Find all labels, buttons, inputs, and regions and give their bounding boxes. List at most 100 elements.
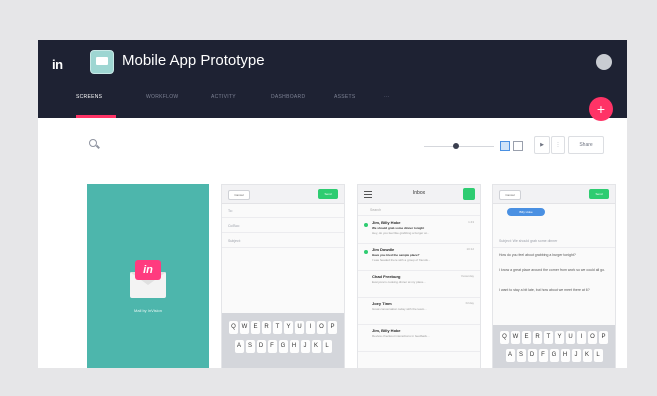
- key: O: [317, 321, 326, 334]
- tab-activity[interactable]: ACTIVITY: [211, 94, 236, 100]
- nav-bar: Inbox: [358, 185, 480, 204]
- mail-sender: Joey Tinm: [372, 301, 392, 306]
- cancel-button: Cancel: [499, 190, 521, 200]
- compose-icon: [463, 188, 475, 200]
- keyboard-row: Q W E R T Y U I O P: [496, 331, 612, 344]
- key: K: [582, 349, 592, 362]
- project-title[interactable]: Mobile App Prototype: [122, 52, 265, 69]
- nav-bar: Cancel Send: [493, 185, 615, 204]
- key: O: [588, 331, 597, 344]
- key: L: [593, 349, 603, 362]
- key: D: [527, 349, 537, 362]
- key: Q: [229, 321, 238, 334]
- cc-field: Cc/Bcc:: [222, 219, 344, 233]
- keyboard: Q W E R T Y U I O P A S D F G H J K L: [493, 325, 615, 368]
- invision-logo[interactable]: in: [52, 57, 63, 72]
- zoom-slider[interactable]: [424, 146, 494, 147]
- mail-time: Yesterday: [460, 274, 474, 278]
- key: K: [311, 340, 321, 353]
- key: F: [538, 349, 548, 362]
- keyboard: Q W E R T Y U I O P A S D F G H J K L: [222, 313, 344, 368]
- key: S: [516, 349, 526, 362]
- list-item: Joey Tinm Friday Great conversation toda…: [358, 298, 480, 325]
- mail-sender: Jim, Billy Hoke: [372, 328, 401, 333]
- tab-dashboard[interactable]: DASHBOARD: [271, 94, 305, 100]
- plus-icon: +: [596, 101, 606, 117]
- keyboard-row: A S D F G H J K L: [496, 349, 612, 362]
- invision-badge-icon: in: [135, 260, 161, 280]
- options-button[interactable]: ⋮: [551, 136, 565, 154]
- nav-bar: Cancel Send: [222, 185, 344, 204]
- mail-sender: Jim Dowdle: [372, 247, 395, 252]
- key: U: [295, 321, 304, 334]
- list-item: Jim, Billy Hoke 1:43 We should grab some…: [358, 217, 480, 244]
- mail-preview: Review checkout interactions in feedback…: [372, 334, 430, 338]
- key: F: [267, 340, 277, 353]
- share-label: Share: [579, 142, 593, 148]
- cancel-button: Cancel: [228, 190, 250, 200]
- key: G: [278, 340, 288, 353]
- key: W: [240, 321, 249, 334]
- mail-preview: I was headed there with a group of frien…: [372, 258, 431, 262]
- unread-dot-icon: [364, 250, 368, 254]
- keyboard-row: A S D F G H J K L: [225, 340, 341, 353]
- mail-subject: We should grab some dinner tonight: [372, 226, 425, 230]
- list-item: Chad Freeburg Yesterday Everyone's cooki…: [358, 271, 480, 298]
- tab-screens[interactable]: SCREENS: [76, 94, 102, 100]
- share-button[interactable]: Share: [568, 136, 604, 154]
- grid-view-icon[interactable]: [500, 141, 510, 151]
- tab-more[interactable]: ···: [384, 94, 390, 100]
- mail-time: 1:43: [468, 220, 474, 224]
- send-button: Send: [589, 189, 609, 199]
- keyboard-row: Q W E R T Y U I O P: [225, 321, 341, 334]
- reply-body-line: I know a great place around the corner f…: [499, 268, 606, 272]
- screen-thumbnail-compose[interactable]: Cancel Send To: Cc/Bcc: Subject: Q W E R…: [221, 184, 345, 368]
- key: T: [544, 331, 553, 344]
- key: J: [300, 340, 310, 353]
- mail-sender: Chad Freeburg: [372, 274, 401, 279]
- splash-caption: Mail by InVision: [134, 308, 162, 313]
- mail-time: Friday: [465, 301, 474, 305]
- key: R: [262, 321, 271, 334]
- search-icon[interactable]: [89, 139, 97, 147]
- recipient-chip: Billy Hoke: [507, 208, 545, 216]
- key: R: [533, 331, 542, 344]
- screen-thumbnail-inbox[interactable]: Inbox Search Jim, Billy Hoke 1:43 We sho…: [357, 184, 481, 368]
- app-window: in Mobile App Prototype SCREENS WORKFLOW…: [38, 40, 627, 368]
- key: Y: [555, 331, 564, 344]
- key: A: [505, 349, 515, 362]
- to-field: To:: [222, 204, 344, 218]
- key: L: [322, 340, 332, 353]
- key: T: [273, 321, 282, 334]
- key: H: [560, 349, 570, 362]
- project-thumbnail[interactable]: [90, 50, 114, 74]
- mail-subject: Have you tried the sample place?: [372, 253, 420, 257]
- tab-assets[interactable]: ASSETS: [334, 94, 356, 100]
- key: D: [256, 340, 266, 353]
- active-tab-indicator: [76, 115, 116, 118]
- key: P: [328, 321, 337, 334]
- top-bar: in Mobile App Prototype SCREENS WORKFLOW…: [38, 40, 627, 118]
- subject-field: Subject:: [222, 234, 344, 248]
- list-view-icon[interactable]: [513, 141, 523, 151]
- list-item: Jim, Billy Hoke Review checkout interact…: [358, 325, 480, 352]
- key: U: [566, 331, 575, 344]
- key: Q: [500, 331, 509, 344]
- key: S: [245, 340, 255, 353]
- preview-button[interactable]: ▶: [534, 136, 550, 154]
- key: W: [511, 331, 520, 344]
- unread-dot-icon: [364, 223, 368, 227]
- mail-preview: Hey, do you feel like grabbing a burger …: [372, 231, 430, 235]
- screen-thumbnail-reply[interactable]: Cancel Send Billy Hoke Subject: We shoul…: [492, 184, 616, 368]
- key: P: [599, 331, 608, 344]
- key: J: [571, 349, 581, 362]
- tab-workflow[interactable]: WORKFLOW: [146, 94, 178, 100]
- search-field: Search: [358, 204, 480, 216]
- zoom-slider-handle[interactable]: [453, 143, 459, 149]
- screen-thumbnail-splash[interactable]: in Mail by InVision: [87, 184, 209, 368]
- avatar[interactable]: [596, 54, 612, 70]
- key: G: [549, 349, 559, 362]
- key: Y: [284, 321, 293, 334]
- subject-field: Subject: We should grab some dinner: [493, 234, 615, 248]
- add-screen-button[interactable]: +: [589, 97, 613, 121]
